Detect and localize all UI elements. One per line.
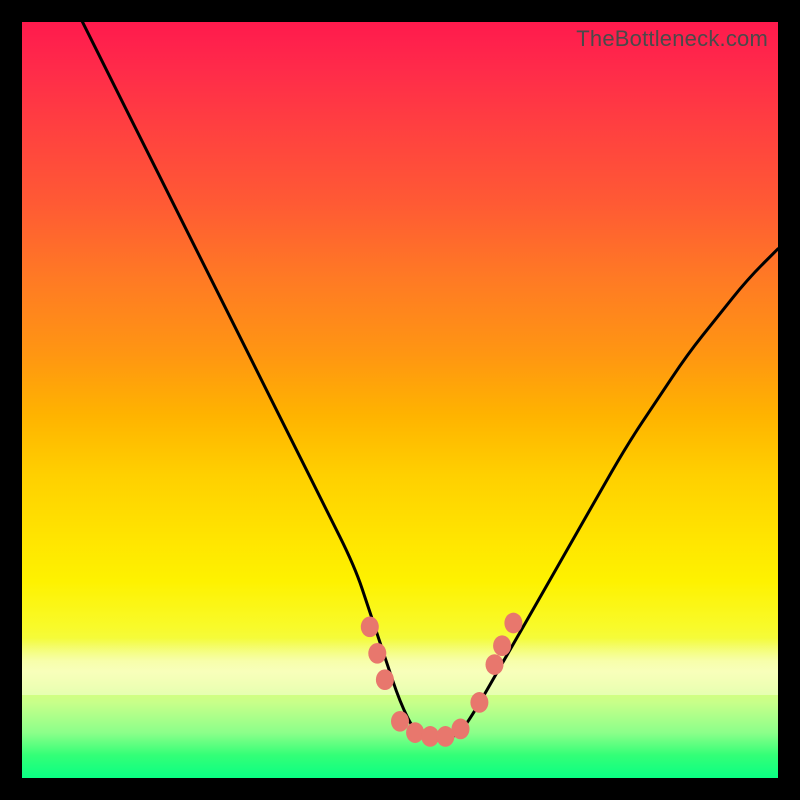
plot-area: TheBottleneck.com xyxy=(22,22,778,778)
curve-marker xyxy=(368,643,386,664)
highlight-band xyxy=(22,638,778,695)
curve-marker xyxy=(361,616,379,637)
curve-marker xyxy=(391,711,409,732)
curve-marker xyxy=(493,635,511,656)
bottleneck-curve xyxy=(83,22,779,740)
curve-marker xyxy=(421,726,439,747)
watermark-text: TheBottleneck.com xyxy=(576,26,768,52)
curve-marker xyxy=(486,654,504,675)
curve-marker xyxy=(470,692,488,713)
curve-marker xyxy=(504,613,522,634)
curve-marker xyxy=(436,726,454,747)
bottleneck-curve-svg xyxy=(22,22,778,778)
curve-marker xyxy=(376,669,394,690)
curve-markers xyxy=(361,613,523,747)
chart-frame: TheBottleneck.com xyxy=(0,0,800,800)
curve-marker xyxy=(452,719,470,740)
curve-marker xyxy=(406,722,424,743)
